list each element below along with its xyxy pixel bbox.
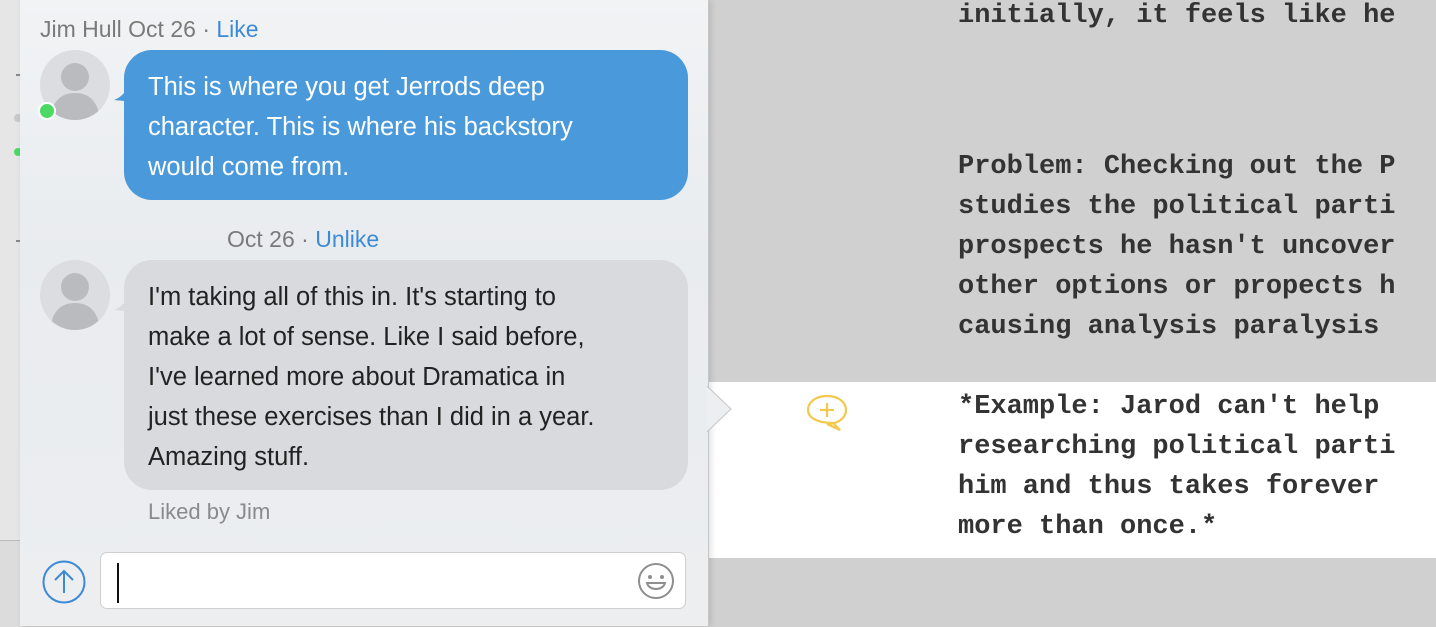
strip-footer: [0, 540, 22, 627]
send-arrow-up-icon[interactable]: [42, 560, 86, 604]
comment-text-line: Amazing stuff.: [148, 443, 310, 471]
popover-arrow: [707, 386, 732, 432]
online-status-dot: [38, 102, 56, 120]
emoji-smiley-icon[interactable]: [637, 562, 675, 600]
comment-text-line: just these exercises than I did in a yea…: [148, 403, 595, 431]
comment-bubble: This is where you get Jerrods deep chara…: [124, 50, 688, 200]
editor-line: more than once.*: [958, 512, 1218, 542]
comment-text-line: would come from.: [148, 153, 350, 181]
editor-line: initially, it feels like he: [958, 1, 1396, 31]
avatar: [40, 260, 110, 330]
add-comment-icon[interactable]: [805, 393, 849, 433]
unlike-link[interactable]: Unlike: [315, 226, 379, 252]
editor-line: causing analysis paralysis: [958, 312, 1380, 342]
comment-date: Oct 26: [128, 16, 196, 42]
comment-date: Oct 26: [227, 226, 295, 252]
editor-line: researching political parti: [958, 432, 1396, 462]
comment-text-line: This is where you get Jerrods deep: [148, 73, 545, 101]
comment-meta: Jim Hull Oct 26 · Like: [40, 16, 259, 43]
editor-line: studies the political parti: [958, 192, 1396, 222]
comment-author: Jim Hull: [40, 16, 122, 42]
script-editor[interactable]: initially, it feels like he Problem: Che…: [708, 0, 1436, 626]
comment-meta: Oct 26 · Unlike: [227, 226, 379, 253]
comments-panel: Jim Hull Oct 26 · Like This is where you…: [20, 0, 709, 626]
like-link[interactable]: Like: [216, 16, 258, 42]
comment-bubble: I'm taking all of this in. It's starting…: [124, 260, 688, 490]
comment-text-line: I've learned more about Dramatica in: [148, 363, 566, 391]
meta-separator: ·: [301, 226, 309, 252]
editor-line: him and thus takes forever: [958, 472, 1380, 502]
editor-line: Problem: Checking out the P: [958, 152, 1396, 182]
comment-input[interactable]: [113, 561, 627, 603]
editor-line: *Example: Jarod can't help: [958, 392, 1380, 422]
comment-text-line: I'm taking all of this in. It's starting…: [148, 283, 556, 311]
editor-line: other options or propects h: [958, 272, 1396, 302]
editor-line: prospects he hasn't uncover: [958, 232, 1396, 262]
comment-text-line: character. This is where his backstory: [148, 113, 573, 141]
meta-separator: ·: [202, 16, 210, 42]
comment-composer[interactable]: [100, 552, 686, 609]
user-silhouette-icon: [50, 273, 100, 330]
comment-text-line: make a lot of sense. Like I said before,: [148, 323, 585, 351]
liked-by-label: Liked by Jim: [148, 499, 271, 524]
